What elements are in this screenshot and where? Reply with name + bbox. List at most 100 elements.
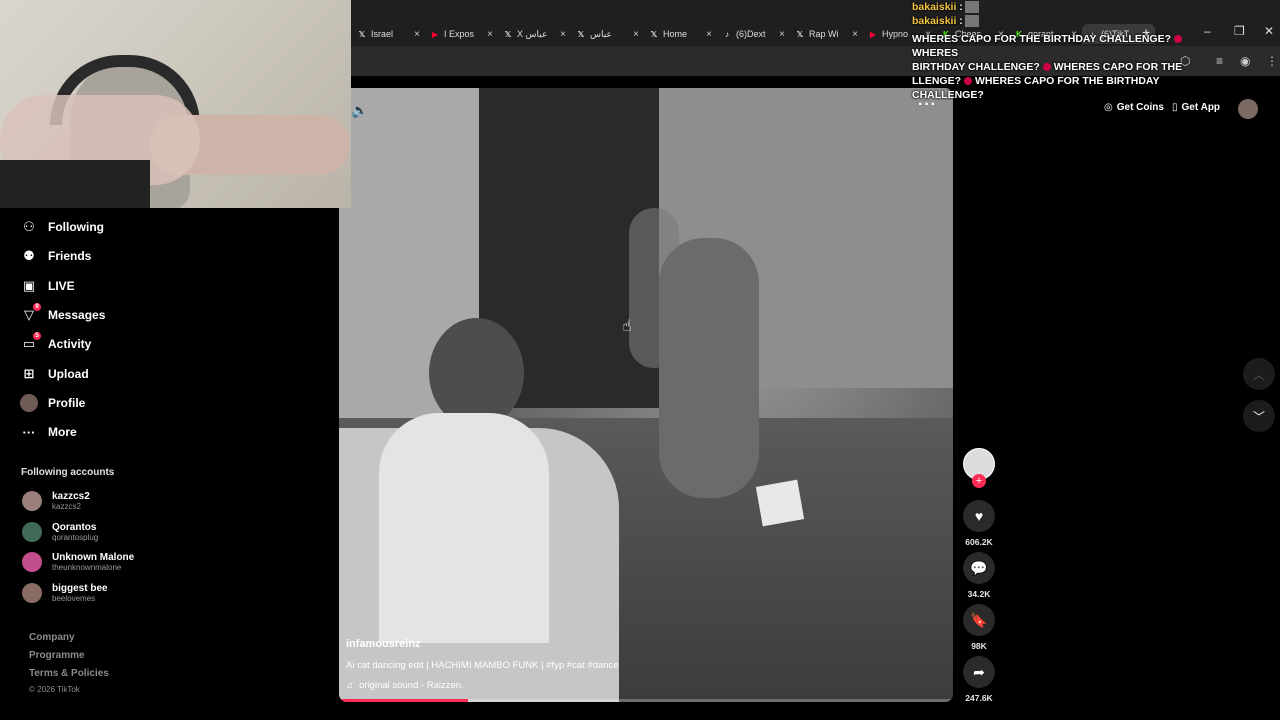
comment-count: 34.2K xyxy=(967,589,991,599)
browser-tab[interactable]: 𝕏 عباس × xyxy=(571,24,644,44)
music-note-icon: ♫ xyxy=(346,680,354,691)
account-name: Unknown Malone xyxy=(52,552,135,563)
like-count: 606.2K xyxy=(965,537,993,547)
get-coins-label: Get Coins xyxy=(1116,102,1164,113)
get-coins-button[interactable]: ◎ Get Coins xyxy=(1104,102,1164,113)
previous-video-button[interactable]: ︿ xyxy=(1243,358,1275,390)
chat-separator: : xyxy=(956,1,963,13)
sidebar-item-friends[interactable]: ⚉ Friends xyxy=(20,244,91,268)
chat-line: bakaiskii : xyxy=(912,0,1212,14)
account-name: Qorantos xyxy=(52,521,97,533)
next-video-button[interactable]: ﹀ xyxy=(1243,400,1275,432)
following-account[interactable]: Qorantos qorantosplug xyxy=(22,521,98,542)
x-icon: 𝕏 xyxy=(577,29,585,39)
window-close-icon[interactable]: ✕ xyxy=(1264,24,1274,38)
sidebar-item-upload[interactable]: ⊞ Upload xyxy=(20,362,89,386)
sidebar-item-label: Friends xyxy=(48,249,92,264)
sidebar-item-label: Activity xyxy=(48,337,92,352)
get-app-label: Get App xyxy=(1181,102,1221,113)
youtube-icon: ▶ xyxy=(431,29,439,39)
chat-text: BIRTHDAY CHALLENGE? xyxy=(912,61,1040,73)
activity-icon: ▭ 5 xyxy=(20,332,41,353)
notification-badge: 9 xyxy=(33,302,41,311)
tab-close-icon[interactable]: × xyxy=(852,29,858,40)
phone-icon: ▯ xyxy=(1172,102,1178,113)
account-avatar xyxy=(22,582,42,603)
video-sound[interactable]: ♫ original sound - Raizzen. xyxy=(346,680,464,691)
save-button[interactable]: 🔖 98K xyxy=(963,604,995,651)
share-icon: ➦ xyxy=(963,656,995,688)
sidebar-item-label: More xyxy=(48,425,77,440)
get-app-button[interactable]: ▯ Get App xyxy=(1172,102,1220,113)
comment-icon: 💬 xyxy=(963,552,995,584)
coin-icon: ◎ xyxy=(1104,102,1113,113)
chat-username: bakaiskii xyxy=(912,1,957,13)
volume-icon[interactable]: 🔈 xyxy=(351,102,368,119)
sound-title: original sound - Raizzen. xyxy=(359,680,464,691)
x-icon: 𝕏 xyxy=(650,29,658,39)
browser-tab[interactable]: 𝕏 Israel × xyxy=(352,24,425,44)
video-scene-cat xyxy=(659,238,759,498)
video-scene-box xyxy=(755,479,805,527)
browser-tab[interactable]: ▶ I Expos × xyxy=(425,24,498,44)
video-player[interactable]: 🔈 ··· infamousreinz Ai cat dancing edit … xyxy=(339,88,953,702)
sidebar-item-more[interactable]: ··· More xyxy=(20,420,77,444)
tab-close-icon[interactable]: × xyxy=(560,29,566,40)
share-button[interactable]: ➦ 247.6K xyxy=(963,656,995,703)
heart-icon: ♥ xyxy=(963,500,995,532)
follow-plus-icon[interactable]: + xyxy=(972,474,986,488)
tab-title: I Expos xyxy=(444,29,475,39)
browser-profile-icon[interactable]: ◉ xyxy=(1240,54,1250,68)
browser-menu-icon[interactable]: ⋮ xyxy=(1266,54,1278,68)
restore-icon[interactable]: ❐ xyxy=(1234,24,1245,38)
sidebar-item-profile[interactable]: Profile xyxy=(20,391,85,415)
tab-close-icon[interactable]: × xyxy=(487,29,493,40)
chat-avatar xyxy=(964,1,979,14)
friends-icon: ⚉ xyxy=(23,248,35,264)
chat-message: WHERES CAPO FOR THE BIRTHDAY CHALLENGE? W… xyxy=(912,32,1212,102)
video-caption: Ai cat dancing edit | HACHIMI MAMBO FUNK… xyxy=(346,660,619,671)
footer-link[interactable]: Company xyxy=(29,632,75,643)
footer-link[interactable]: Programme xyxy=(29,650,85,661)
tab-title: X عباس xyxy=(517,28,548,39)
browser-tab[interactable]: 𝕏 Rap Wi × xyxy=(790,24,863,44)
account-name: kazzcs2 xyxy=(52,491,90,502)
browser-tab[interactable]: 𝕏 Home × xyxy=(644,24,717,44)
tab-title: Home xyxy=(663,29,688,39)
sidebar-item-messages[interactable]: ▽ 9 Messages xyxy=(20,302,105,327)
user-avatar[interactable] xyxy=(1238,99,1258,119)
account-name: biggest bee xyxy=(52,582,108,594)
video-author[interactable]: infamousreinz xyxy=(346,638,421,650)
chat-line: bakaiskii : xyxy=(912,14,1212,28)
following-account[interactable]: Unknown Malone theunknownmalone xyxy=(22,552,134,572)
account-handle: theunknownmalone xyxy=(52,563,122,572)
media-icon[interactable]: ≡ xyxy=(1216,54,1223,68)
account-handle: beelovemes xyxy=(52,593,96,603)
sidebar-item-live[interactable]: ▣ LIVE xyxy=(20,274,75,298)
x-icon: 𝕏 xyxy=(504,29,512,39)
chat-avatar xyxy=(964,15,979,28)
comment-button[interactable]: 💬 34.2K xyxy=(963,552,995,599)
sidebar-item-label: Profile xyxy=(48,395,86,410)
browser-tab[interactable]: ♪ (6)Dext × xyxy=(717,24,790,44)
upload-icon: ⊞ xyxy=(23,365,35,381)
video-progress-bar[interactable] xyxy=(339,699,953,702)
sidebar-item-activity[interactable]: ▭ 5 Activity xyxy=(20,332,91,356)
browser-tab[interactable]: 𝕏 X عباس × xyxy=(498,24,571,44)
sidebar-item-label: Upload xyxy=(48,366,89,381)
tab-close-icon[interactable]: × xyxy=(633,29,639,40)
tab-close-icon[interactable]: × xyxy=(779,29,785,40)
like-button[interactable]: ♥ 606.2K xyxy=(963,500,995,547)
following-account[interactable]: biggest bee beelovemes xyxy=(22,582,108,603)
chat-separator: : xyxy=(956,15,963,27)
tab-title: Rap Wi xyxy=(809,29,839,39)
footer-link[interactable]: Terms & Policies xyxy=(29,668,109,679)
tab-close-icon[interactable]: × xyxy=(414,29,420,40)
sidebar-item-following[interactable]: ⚇ Following xyxy=(20,215,104,239)
chat-text: WHERES CAPO FOR THE xyxy=(1053,61,1183,73)
tab-close-icon[interactable]: × xyxy=(706,29,712,40)
video-scene-person xyxy=(379,318,549,643)
account-avatar xyxy=(22,521,42,542)
following-account[interactable]: kazzcs2 kazzcs2 xyxy=(22,491,90,511)
video-progress-fill xyxy=(339,699,468,702)
